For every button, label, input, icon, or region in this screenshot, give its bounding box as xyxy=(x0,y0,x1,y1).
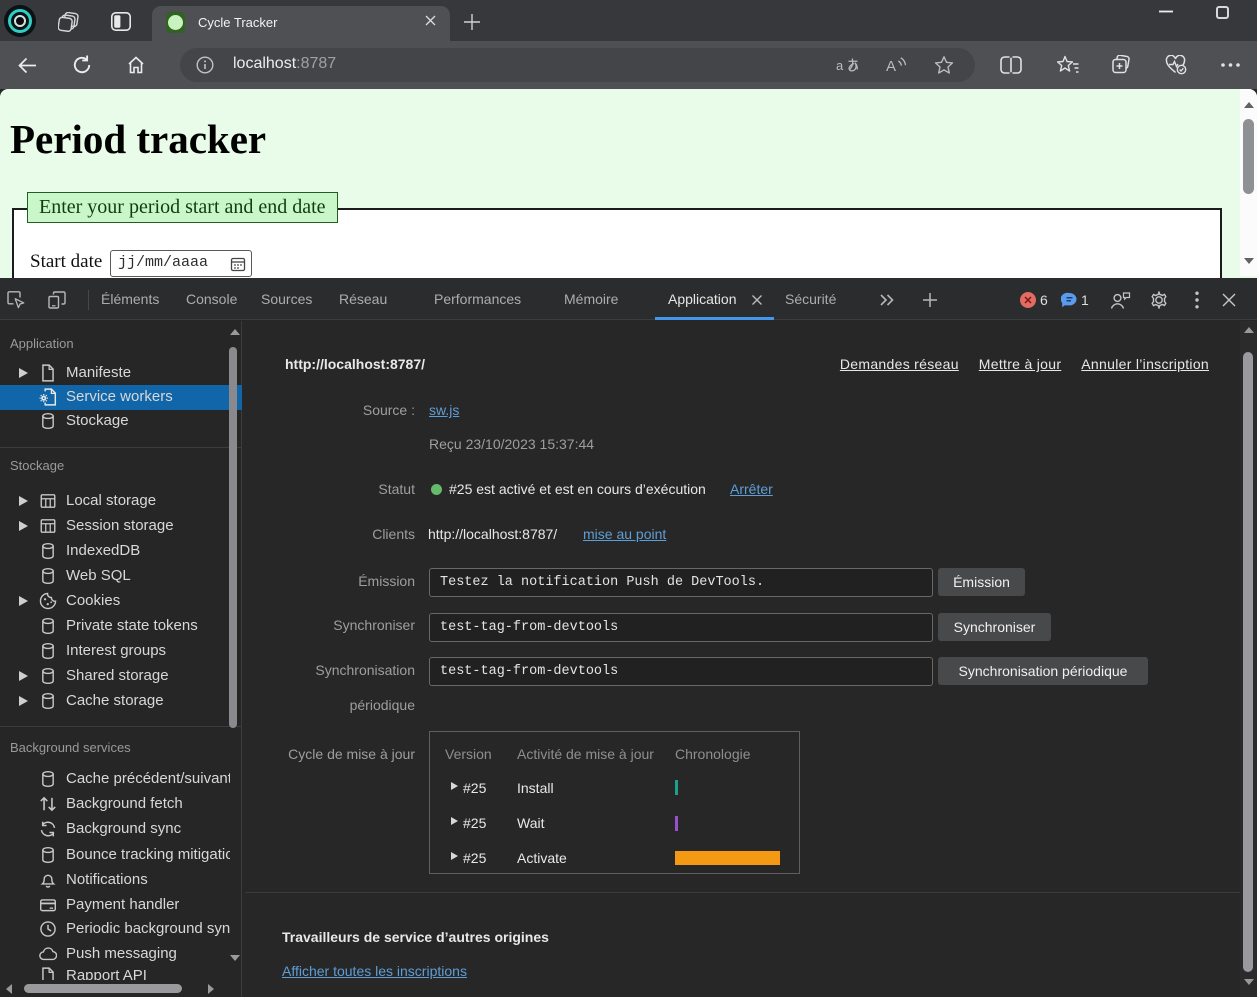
svg-text:a: a xyxy=(836,58,844,73)
svg-text:A: A xyxy=(886,58,896,74)
